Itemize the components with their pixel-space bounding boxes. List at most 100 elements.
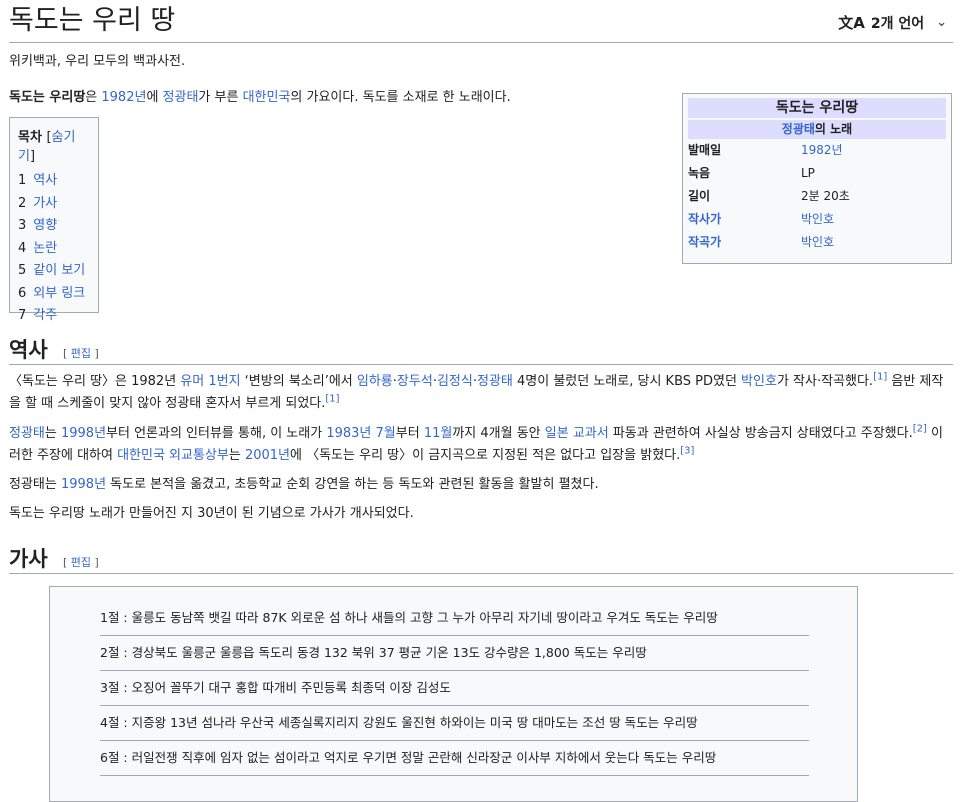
link-1982[interactable]: 1982년: [101, 90, 146, 105]
toc-num: 4: [18, 240, 27, 256]
reference-link[interactable]: [2]: [913, 424, 927, 435]
infobox-key-link[interactable]: 작곡가: [688, 231, 801, 254]
link-person[interactable]: 정광태: [9, 426, 45, 441]
infobox-value[interactable]: 1982년: [801, 139, 843, 162]
infobox-row: 길이 2분 20초: [688, 185, 946, 208]
text: 파동과 관련하여 사실상 방송금지 상태였다고 주장했다.: [608, 426, 913, 441]
edit-link[interactable]: 편집: [71, 556, 91, 569]
intro-text: 의 가요이다. 독도를 소재로 한 노래이다.: [290, 90, 511, 105]
link-person[interactable]: 정광태: [477, 374, 513, 389]
toc-label[interactable]: 외부 링크: [33, 286, 85, 301]
toc-toggle-close: ]: [29, 149, 36, 164]
link-year[interactable]: 1983년: [326, 426, 371, 441]
text: 까지 4개월 동안: [452, 426, 545, 441]
toc-item-lyrics[interactable]: 2 가사: [18, 193, 90, 216]
infobox-value[interactable]: 박인호: [801, 231, 834, 254]
lyrics-box: 1절 : 울릉도 동남쪽 뱃길 따라 87K 외로운 섬 하나 새들의 고향 그…: [49, 586, 858, 802]
toc-item-controversy[interactable]: 4 논란: [18, 238, 90, 261]
toc-num: 7: [18, 308, 27, 323]
infobox-subtitle-text: 의 노래: [814, 122, 853, 136]
table-of-contents: 목차 [숨기기] 1 역사 2 가사 3 영향 4 논란 5 같이 보기 6 외부 링크 7…: [9, 117, 99, 323]
edit-link[interactable]: 편집: [71, 347, 91, 360]
translate-icon: 文A: [838, 14, 865, 32]
title-row: 독도는 우리 땅 文A 2개 언어 ⌄: [9, 0, 953, 43]
toc-num: 6: [18, 285, 27, 301]
lyric-line: 1절 : 울릉도 동남쪽 뱃길 따라 87K 외로운 섬 하나 새들의 고향 그…: [100, 601, 809, 636]
link-person[interactable]: 김정식: [437, 374, 473, 389]
toc-label[interactable]: 역사: [33, 173, 57, 188]
infobox-row: 작사가 박인호: [688, 208, 946, 231]
chevron-down-icon: ⌄: [936, 15, 947, 30]
infobox-value: 2분 20초: [801, 189, 850, 203]
link-singer[interactable]: 정광태: [163, 90, 199, 105]
toc-num: 2: [18, 195, 27, 211]
toc-item-external-links[interactable]: 6 외부 링크: [18, 283, 90, 306]
infobox-row: 발매일 1982년: [688, 139, 946, 162]
toc-label[interactable]: 각주: [33, 308, 57, 323]
text: 가 작사·작곡했다.: [776, 374, 874, 389]
link-ministry[interactable]: 대한민국 외교통상부: [117, 448, 229, 463]
toc-item-notes[interactable]: 7 각주: [18, 305, 90, 328]
infobox: 독도는 우리땅 정광태의 노래 발매일 1982년 녹음 LP 길이 2분 20초 작…: [682, 93, 952, 264]
link-person[interactable]: 임하룡: [357, 374, 393, 389]
edit-open: [: [63, 347, 68, 360]
edit-close: ]: [94, 556, 99, 569]
link-year[interactable]: 2001년: [245, 448, 290, 463]
reference-link[interactable]: [1]: [873, 372, 887, 383]
heading-text: 역사: [9, 337, 48, 362]
lyric-line: 2절 : 경상북도 울릉군 울릉읍 독도리 동경 132 북위 37 평균 기온…: [100, 636, 809, 671]
infobox-value[interactable]: 박인호: [801, 208, 834, 231]
link-year[interactable]: 1998년: [61, 426, 106, 441]
text: 정광태는: [9, 477, 61, 492]
toc-label[interactable]: 가사: [33, 196, 57, 211]
infobox-key-link[interactable]: 작사가: [688, 208, 801, 231]
infobox-singer-link[interactable]: 정광태: [782, 122, 815, 136]
site-tagline: 위키백과, 우리 모두의 백과사전.: [9, 54, 186, 69]
toc-label[interactable]: 같이 보기: [33, 263, 85, 278]
language-label: 2개 언어: [870, 15, 925, 32]
edit-close: ]: [94, 347, 99, 360]
toc-header: 목차 [숨기기]: [18, 126, 90, 164]
toc-num: 3: [18, 218, 27, 233]
section-heading-lyrics: 가사 [ 편집 ]: [9, 543, 953, 574]
intro-text: 가 부른: [198, 90, 243, 105]
text: 독도로 본적을 옮겼고, 초등학교 순회 강연을 하는 등 독도와 관련된 활동…: [106, 477, 599, 492]
toc-num: 1: [18, 173, 27, 188]
link-person[interactable]: 장두석: [397, 374, 433, 389]
link-month[interactable]: 7월: [376, 426, 396, 441]
intro-text: 에: [146, 90, 163, 105]
reference-link[interactable]: [3]: [680, 446, 694, 457]
infobox-key: 녹음: [688, 166, 711, 180]
toc-item-influence[interactable]: 3 영향: [18, 215, 90, 238]
history-paragraph-1: 〈독도는 우리 땅〉은 1982년 유머 1번지 ‘변방의 북소리’에서 임하룡…: [9, 371, 953, 415]
page-title: 독도는 우리 땅: [9, 5, 176, 36]
link-month[interactable]: 11월: [424, 426, 453, 441]
toc-title: 목차: [18, 130, 42, 145]
link-textbook[interactable]: 일본 교과서: [545, 426, 609, 441]
link-year[interactable]: 1998년: [61, 477, 106, 492]
edit-open: [: [63, 556, 68, 569]
link-country[interactable]: 대한민국: [243, 90, 291, 105]
language-button[interactable]: 文A 2개 언어 ⌄: [838, 12, 947, 33]
infobox-subtitle: 정광태의 노래: [688, 120, 946, 139]
lyric-line: 4절 : 지증왕 13년 섬나라 우산국 세종실록지리지 강원도 울진현 하와이…: [100, 706, 809, 741]
text: 〈독도는 우리 땅〉은 1982년: [9, 374, 181, 389]
toc-item-see-also[interactable]: 5 같이 보기: [18, 260, 90, 283]
infobox-row: 녹음 LP: [688, 162, 946, 185]
text: ‘변방의 북소리’에서: [240, 374, 357, 389]
link-person[interactable]: 박인호: [741, 374, 777, 389]
lyric-line: 6절 : 러일전쟁 직후에 임자 없는 섬이라고 억지로 우기면 정말 곤란해 …: [100, 741, 809, 776]
reference-link[interactable]: [1]: [325, 394, 339, 405]
text: 에 〈독도는 우리 땅〉이 금지곡으로 지정된 적은 없다고 입장을 밝혔다.: [290, 448, 681, 463]
infobox-value: LP: [801, 166, 815, 180]
history-paragraph-3: 정광태는 1998년 독도로 본적을 옮겼고, 초등학교 순회 강연을 하는 등…: [9, 474, 953, 496]
toc-item-history[interactable]: 1 역사: [18, 170, 90, 193]
text: 는: [228, 448, 245, 463]
infobox-row: 작곡가 박인호: [688, 231, 946, 254]
toc-label[interactable]: 논란: [33, 241, 57, 256]
link-show[interactable]: 유머 1번지: [180, 374, 240, 389]
text: 부터 언론과의 인터뷰를 통해, 이 노래가: [106, 426, 327, 441]
lyric-line: 3절 : 오징어 꼴뚜기 대구 홍합 따개비 주민등록 최종덕 이장 김성도: [100, 671, 809, 706]
text: 4명이 불렀던 노래로, 당시 KBS PD였던: [512, 374, 742, 389]
toc-label[interactable]: 영향: [33, 218, 57, 233]
